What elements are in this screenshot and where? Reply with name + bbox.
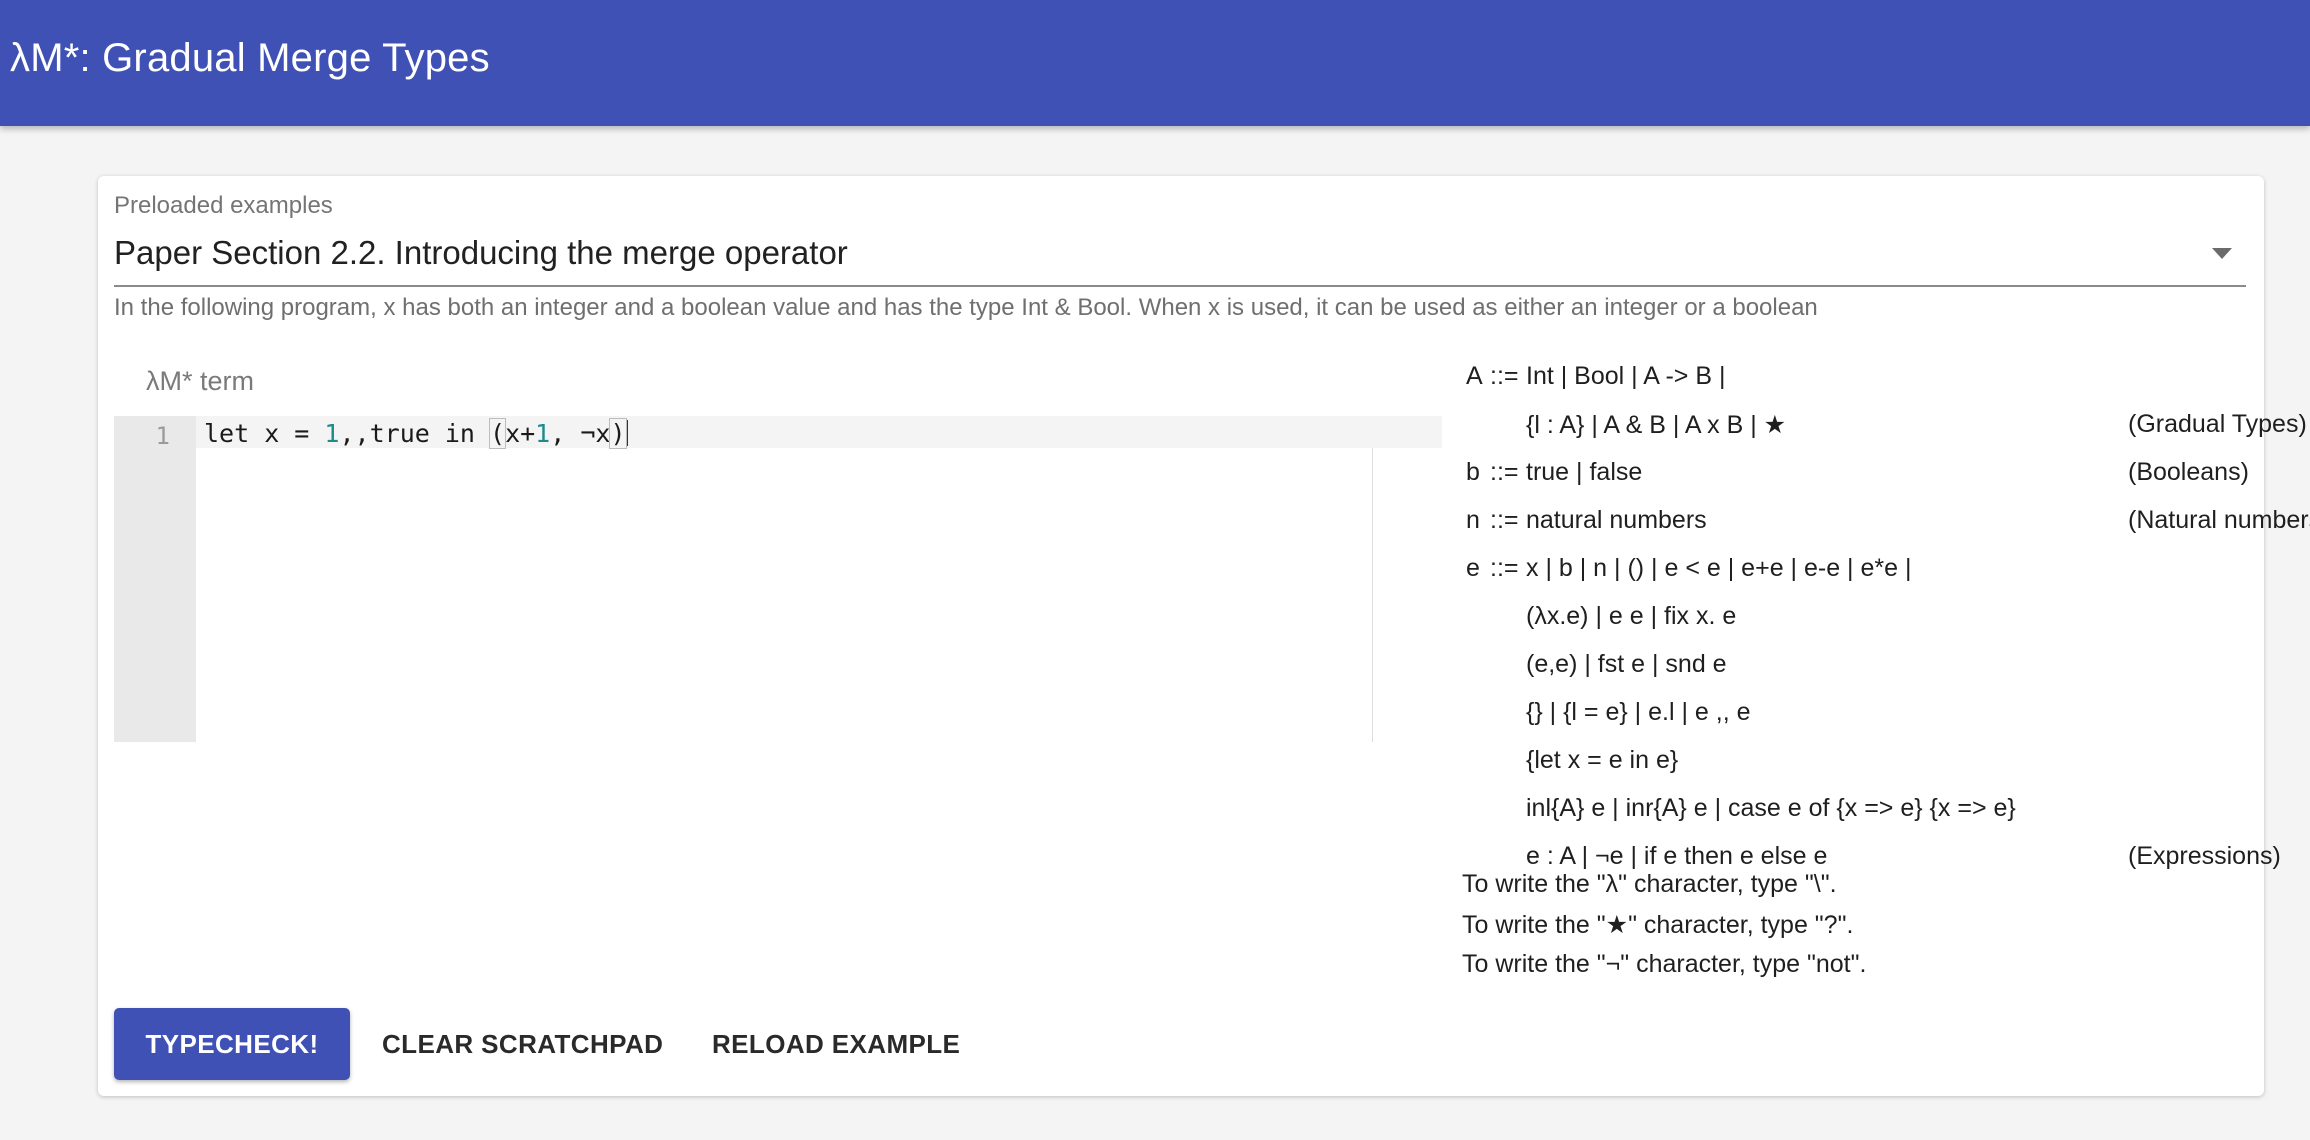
- editor-label: λM* term: [146, 366, 254, 396]
- grammar-nonterminal: n: [1466, 506, 1480, 534]
- code-token: let x =: [204, 419, 325, 448]
- code-editor[interactable]: 1 let x = 1,,true in (x+1, ¬x): [114, 416, 1442, 742]
- hint-star: To write the "★" character, type "?".: [1462, 911, 1854, 939]
- grammar-production: inl{A} e | inr{A} e | case e of {x => e}…: [1526, 794, 2016, 822]
- code-token: x+: [505, 419, 536, 448]
- code-number: 1: [535, 419, 551, 448]
- select-underline: [114, 285, 2246, 287]
- grammar-production: (e,e) | fst e | snd e: [1526, 650, 1727, 678]
- grammar-production: x | b | n | () | e < e | e+e | e-e | e*e…: [1526, 554, 1912, 582]
- text-cursor: [625, 420, 628, 446]
- grammar-category: (Gradual Types): [2128, 410, 2307, 438]
- print-margin: [1372, 448, 1373, 742]
- grammar-nonterminal: A: [1466, 362, 1483, 390]
- examples-select-value[interactable]: Paper Section 2.2. Introducing the merge…: [114, 234, 848, 272]
- grammar-operator: ::=: [1490, 362, 1519, 390]
- grammar-nonterminal: e: [1466, 554, 1480, 582]
- grammar-category: (Natural numbers): [2128, 506, 2310, 534]
- clear-scratchpad-button[interactable]: CLEAR SCRATCHPAD: [382, 1008, 663, 1080]
- grammar-category: (Booleans): [2128, 458, 2249, 486]
- grammar-production: e : A | ¬e | if e then e else e: [1526, 842, 1828, 870]
- dropdown-arrow-icon[interactable]: [2212, 248, 2232, 259]
- grammar-production: Int | Bool | A -> B |: [1526, 362, 1726, 390]
- code-number: 1: [324, 419, 340, 448]
- grammar-production: (λx.e) | e e | fix x. e: [1526, 602, 1737, 630]
- grammar-nonterminal: b: [1466, 458, 1480, 486]
- grammar-operator: ::=: [1490, 554, 1519, 582]
- code-line[interactable]: let x = 1,,true in (x+1, ¬x): [204, 418, 628, 449]
- code-token: ,,true in: [339, 419, 490, 448]
- matched-bracket: (: [488, 418, 507, 449]
- hint-not: To write the "¬" character, type "not".: [1462, 950, 1867, 978]
- grammar-operator: ::=: [1490, 458, 1519, 486]
- line-number: 1: [155, 422, 170, 450]
- editor-gutter: 1: [114, 416, 196, 742]
- grammar-production: {} | {l = e} | e.l | e ,, e: [1526, 698, 1751, 726]
- reload-example-button[interactable]: RELOAD EXAMPLE: [712, 1008, 960, 1080]
- app-bar: λM*: Gradual Merge Types: [0, 0, 2310, 126]
- examples-select-label: Preloaded examples: [114, 192, 333, 219]
- grammar-production: natural numbers: [1526, 506, 1707, 534]
- grammar-production: {l : A} | A & B | A x B | ★: [1526, 411, 1787, 439]
- grammar-category: (Expressions): [2128, 842, 2281, 870]
- typecheck-button[interactable]: TYPECHECK!: [114, 1008, 350, 1080]
- hint-lambda: To write the "λ" character, type "\".: [1462, 870, 1837, 898]
- grammar-production: true | false: [1526, 458, 1643, 486]
- grammar-operator: ::=: [1490, 506, 1519, 534]
- code-token: , ¬x: [550, 419, 611, 448]
- app-title: λM*: Gradual Merge Types: [10, 36, 490, 80]
- example-description: In the following program, x has both an …: [114, 294, 1818, 321]
- grammar-production: {let x = e in e}: [1526, 746, 1679, 774]
- playground-card: Preloaded examples Paper Section 2.2. In…: [98, 176, 2310, 1096]
- matched-bracket: ): [609, 418, 627, 449]
